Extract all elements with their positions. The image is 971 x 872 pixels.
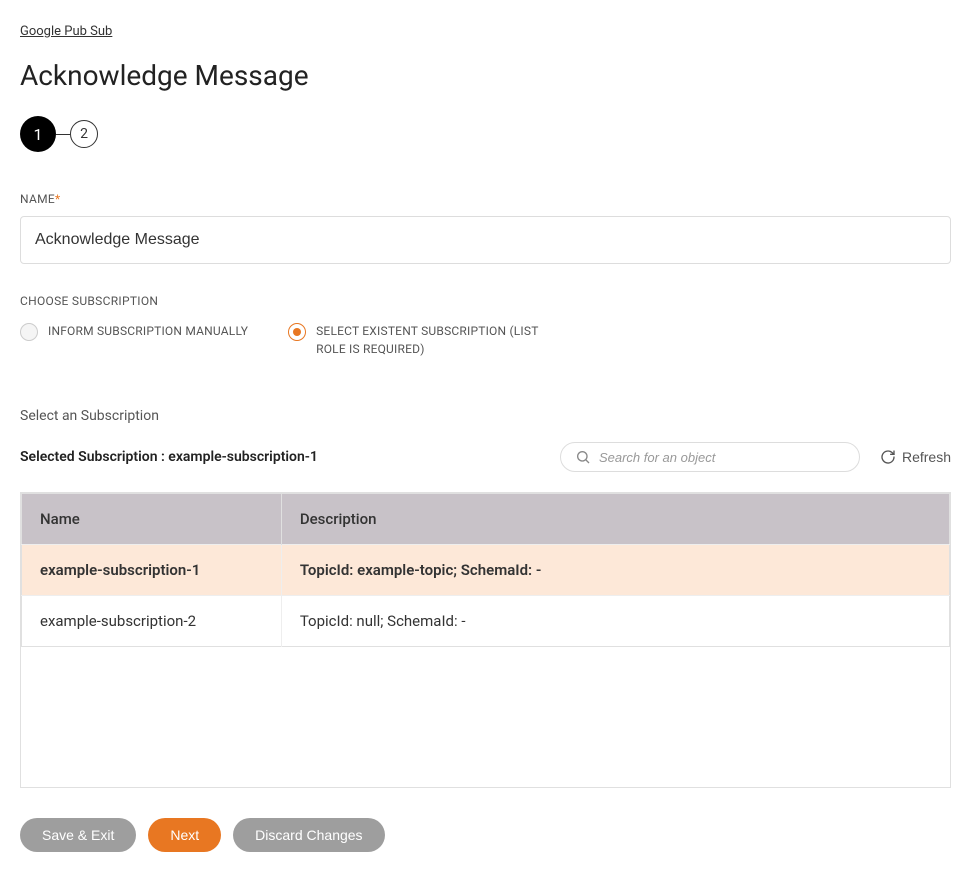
breadcrumb-link[interactable]: Google Pub Sub — [20, 24, 112, 39]
subscription-table-wrapper: Name Description example-subscription-1T… — [20, 492, 951, 788]
search-input[interactable] — [599, 450, 845, 465]
search-icon — [575, 449, 591, 465]
search-box[interactable] — [560, 442, 860, 472]
save-exit-button[interactable]: Save & Exit — [20, 818, 136, 852]
radio-label-existent: SELECT EXISTENT SUBSCRIPTION (LIST ROLE … — [316, 322, 548, 358]
step-connector — [56, 134, 70, 135]
refresh-label: Refresh — [902, 449, 951, 465]
table-header-row: Name Description — [22, 494, 950, 545]
stepper: 1 2 — [20, 116, 951, 152]
table-empty-area — [21, 647, 950, 787]
name-input[interactable] — [20, 216, 951, 264]
subscription-table: Name Description example-subscription-1T… — [21, 493, 950, 647]
radio-label-manual: INFORM SUBSCRIPTION MANUALLY — [48, 322, 248, 340]
table-cell-name: example-subscription-1 — [22, 545, 282, 596]
search-refresh-group: Refresh — [560, 442, 951, 472]
required-indicator: * — [55, 192, 60, 206]
radio-option-existent[interactable]: SELECT EXISTENT SUBSCRIPTION (LIST ROLE … — [288, 322, 548, 358]
discard-button[interactable]: Discard Changes — [233, 818, 384, 852]
refresh-button[interactable]: Refresh — [880, 449, 951, 465]
table-header-name: Name — [22, 494, 282, 545]
subscription-radio-group: INFORM SUBSCRIPTION MANUALLY SELECT EXIS… — [20, 322, 951, 358]
select-subscription-label: Select an Subscription — [20, 408, 951, 424]
page-title: Acknowledge Message — [20, 59, 951, 92]
action-button-row: Save & Exit Next Discard Changes — [20, 818, 951, 852]
selected-subscription-text: Selected Subscription : example-subscrip… — [20, 449, 318, 465]
step-1[interactable]: 1 — [20, 116, 56, 152]
table-cell-name: example-subscription-2 — [22, 596, 282, 647]
refresh-icon — [880, 449, 896, 465]
radio-circle-manual[interactable] — [20, 323, 38, 341]
table-cell-description: TopicId: example-topic; SchemaId: - — [281, 545, 949, 596]
radio-option-manual[interactable]: INFORM SUBSCRIPTION MANUALLY — [20, 322, 248, 358]
table-cell-description: TopicId: null; SchemaId: - — [281, 596, 949, 647]
next-button[interactable]: Next — [148, 818, 221, 852]
table-row[interactable]: example-subscription-1TopicId: example-t… — [22, 545, 950, 596]
name-field-label: NAME* — [20, 192, 951, 206]
radio-circle-existent[interactable] — [288, 323, 306, 341]
choose-subscription-label: CHOOSE SUBSCRIPTION — [20, 294, 951, 308]
table-header-description: Description — [281, 494, 949, 545]
table-row[interactable]: example-subscription-2TopicId: null; Sch… — [22, 596, 950, 647]
step-2[interactable]: 2 — [70, 120, 98, 148]
subscription-header-row: Selected Subscription : example-subscrip… — [20, 442, 951, 472]
